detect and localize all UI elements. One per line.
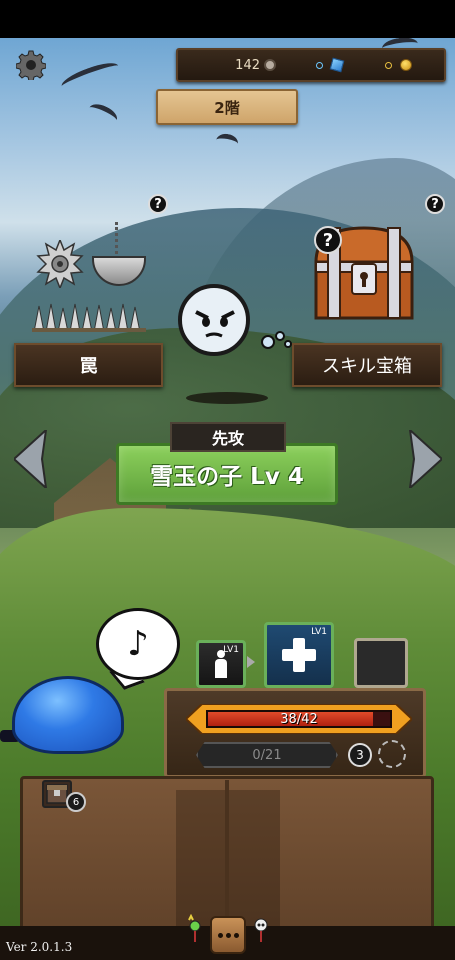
- breath-bubbles: [260, 330, 294, 354]
- medal-count: 142: [235, 57, 260, 73]
- menu-dot: [225, 932, 231, 938]
- trap-help-icon[interactable]: ?: [148, 194, 168, 214]
- trap-button[interactable]: 罠: [14, 343, 163, 387]
- medal-icon: [264, 59, 276, 71]
- medal-counter: 142: [234, 58, 276, 73]
- level-up-icon: [186, 913, 204, 944]
- speech-bubble: ♪: [96, 608, 180, 680]
- turn-count-badge: 3: [348, 743, 372, 767]
- enemy-shadow: [186, 392, 268, 404]
- skill-card-2-level: LV1: [311, 627, 327, 637]
- spikes-icon: [32, 302, 146, 333]
- gem-icon: [329, 57, 345, 73]
- skull-icon: [252, 914, 270, 944]
- person-icon: [214, 650, 228, 678]
- coin-counter[interactable]: [385, 59, 412, 71]
- version-label: Ver 2.0.1.3: [6, 940, 73, 954]
- heal-cross-icon: [282, 638, 316, 672]
- bird: [59, 58, 121, 94]
- chest-help-icon[interactable]: ?: [425, 194, 445, 214]
- hp-text: 38/42: [280, 711, 318, 727]
- add-gem-icon: [316, 61, 323, 69]
- snowball-enemy[interactable]: [176, 282, 254, 356]
- gem-counter[interactable]: [316, 57, 345, 73]
- coin-icon: [400, 59, 412, 71]
- chest-unknown-badge: ?: [314, 226, 342, 254]
- menu-button[interactable]: [210, 916, 246, 954]
- arrow-left-icon[interactable]: [12, 427, 50, 491]
- card-arrow-icon: [247, 656, 255, 668]
- chain-icon: [115, 222, 127, 260]
- sp-bar: 0/21: [196, 742, 338, 768]
- skill-card-1[interactable]: LV1: [196, 640, 246, 688]
- bird: [86, 100, 120, 128]
- first-strike-label: 先攻: [170, 422, 286, 452]
- enemy-name-banner: 雪玉の子 Lv 4: [116, 443, 338, 505]
- skill-card-empty[interactable]: [354, 638, 408, 688]
- saw-blade-icon: [36, 237, 84, 291]
- item-count-badge: 6: [66, 792, 86, 812]
- bird: [214, 132, 240, 152]
- menu-dot: [217, 932, 223, 938]
- menu-dot: [233, 932, 239, 938]
- arrow-right-icon[interactable]: [406, 427, 444, 491]
- skill-card-2[interactable]: LV1: [264, 622, 334, 688]
- resource-bar: 142: [176, 48, 446, 82]
- gear-icon[interactable]: [15, 50, 47, 82]
- add-coin-icon: [385, 61, 392, 69]
- skill-chest-button[interactable]: スキル宝箱: [292, 343, 442, 387]
- turn-dial-icon: [378, 740, 406, 768]
- floor-banner: 2階: [156, 89, 298, 125]
